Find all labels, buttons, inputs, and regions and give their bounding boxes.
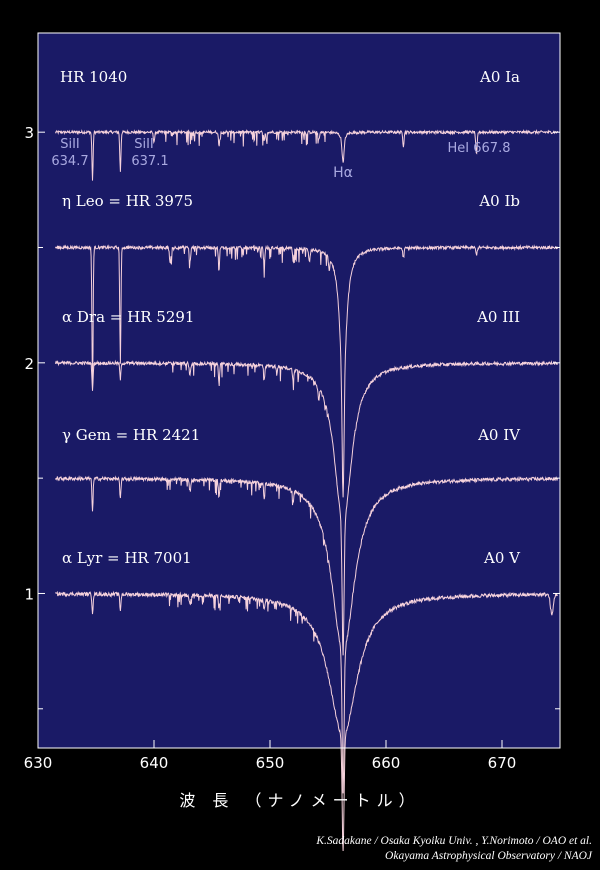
spectral-type-4: A0 IV [477, 426, 521, 444]
annotation-hei: HeI 667.8 [448, 141, 511, 156]
spectral-type-3: A0 III [476, 308, 520, 326]
spectral-type-1: A0 Ia [479, 68, 520, 86]
x-tick-label: 660 [372, 754, 401, 772]
y-tick-label: 1 [24, 585, 34, 603]
x-tick-label: 630 [24, 754, 53, 772]
series-name-5: α Lyr = HR 7001 [62, 549, 192, 567]
annotation-siii-2-wl: 637.1 [131, 154, 168, 169]
annotation-siii-1: SiII [60, 137, 80, 152]
series-name-4: γ Gem = HR 2421 [62, 426, 200, 444]
annotation-siii-1-wl: 634.7 [51, 154, 88, 169]
credit-block: K.Sadakane / Osaka Kyoiku Univ. , Y.Nori… [316, 834, 592, 864]
y-tick-label: 3 [24, 124, 34, 142]
series-name-3: α Dra = HR 5291 [62, 308, 194, 326]
x-tick-label: 640 [140, 754, 169, 772]
annotation-siii-2: SiII [134, 137, 154, 152]
x-tick-label: 670 [488, 754, 517, 772]
annotation-halpha: Hα [333, 165, 353, 181]
spectra-chart: 630 640 650 660 670 1 2 3 HR 1040 A0 Ia η Leo = H… [24, 32, 561, 852]
credit-line-2: Okayama Astrophysical Observatory / NAOJ [385, 850, 592, 862]
spectral-type-2: A0 Ib [478, 192, 520, 210]
x-axis-title: 波 長 （ナノメートル） [179, 791, 421, 810]
series-name-2: η Leo = HR 3975 [62, 192, 193, 210]
credit-line-1: K.Sadakane / Osaka Kyoiku Univ. , Y.Nori… [316, 835, 592, 847]
x-tick-label: 650 [256, 754, 285, 772]
spectral-type-5: A0 V [483, 549, 521, 567]
figure: 630 640 650 660 670 1 2 3 HR 1040 A0 Ia η Leo = H… [0, 0, 600, 870]
series-name-1: HR 1040 [60, 68, 127, 86]
y-tick-label: 2 [24, 355, 34, 373]
